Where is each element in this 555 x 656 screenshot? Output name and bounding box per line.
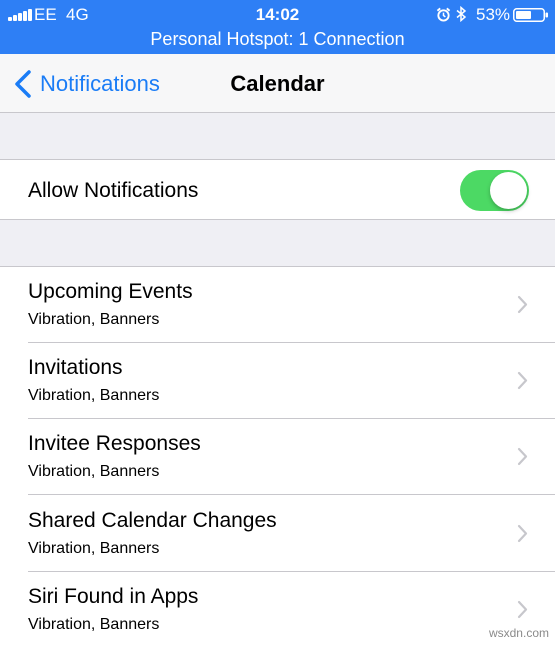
list-item-subtitle: Vibration, Banners <box>28 387 159 405</box>
list-item-title: Shared Calendar Changes <box>28 509 277 533</box>
chevron-right-icon <box>517 447 528 466</box>
bluetooth-icon <box>456 6 467 22</box>
chevron-right-icon <box>517 524 528 543</box>
watermark: wsxdn.com <box>489 626 549 640</box>
hotspot-banner[interactable]: Personal Hotspot: 1 Connection <box>0 29 555 50</box>
status-top-row: EE 4G 14:02 53% <box>0 0 555 28</box>
alarm-icon <box>436 7 451 22</box>
list-item-siri-found-in-apps[interactable]: Siri Found in Apps Vibration, Banners <box>0 572 555 648</box>
list-item-upcoming-events[interactable]: Upcoming Events Vibration, Banners <box>0 267 555 343</box>
page-title: Calendar <box>0 71 555 97</box>
chevron-right-icon <box>517 295 528 314</box>
list-item-shared-calendar-changes[interactable]: Shared Calendar Changes Vibration, Banne… <box>0 496 555 572</box>
list-item-subtitle: Vibration, Banners <box>28 616 159 634</box>
toggle-knob <box>490 172 527 209</box>
chevron-right-icon <box>517 600 528 619</box>
list-item-subtitle: Vibration, Banners <box>28 540 159 558</box>
list-item-subtitle: Vibration, Banners <box>28 463 159 481</box>
chevron-right-icon <box>517 371 528 390</box>
list-item-invitee-responses[interactable]: Invitee Responses Vibration, Banners <box>0 419 555 495</box>
allow-notifications-row: Allow Notifications <box>0 159 555 220</box>
status-time: 14:02 <box>0 5 555 25</box>
list-item-title: Siri Found in Apps <box>28 585 198 609</box>
allow-notifications-label: Allow Notifications <box>28 179 198 203</box>
navigation-bar: Notifications Calendar <box>0 54 555 113</box>
list-item-title: Upcoming Events <box>28 280 193 304</box>
list-item-title: Invitee Responses <box>28 432 201 456</box>
list-item-subtitle: Vibration, Banners <box>28 311 159 329</box>
list-item-invitations[interactable]: Invitations Vibration, Banners <box>0 343 555 419</box>
row-separator <box>28 494 555 495</box>
allow-notifications-toggle[interactable] <box>460 170 529 211</box>
notification-types-list: Upcoming Events Vibration, Banners Invit… <box>0 266 555 656</box>
list-item-title: Invitations <box>28 356 123 380</box>
battery-icon <box>513 8 549 22</box>
status-bar: EE 4G 14:02 53% Personal Hotspot: 1 Conn… <box>0 0 555 54</box>
battery-percent: 53% <box>476 5 510 25</box>
